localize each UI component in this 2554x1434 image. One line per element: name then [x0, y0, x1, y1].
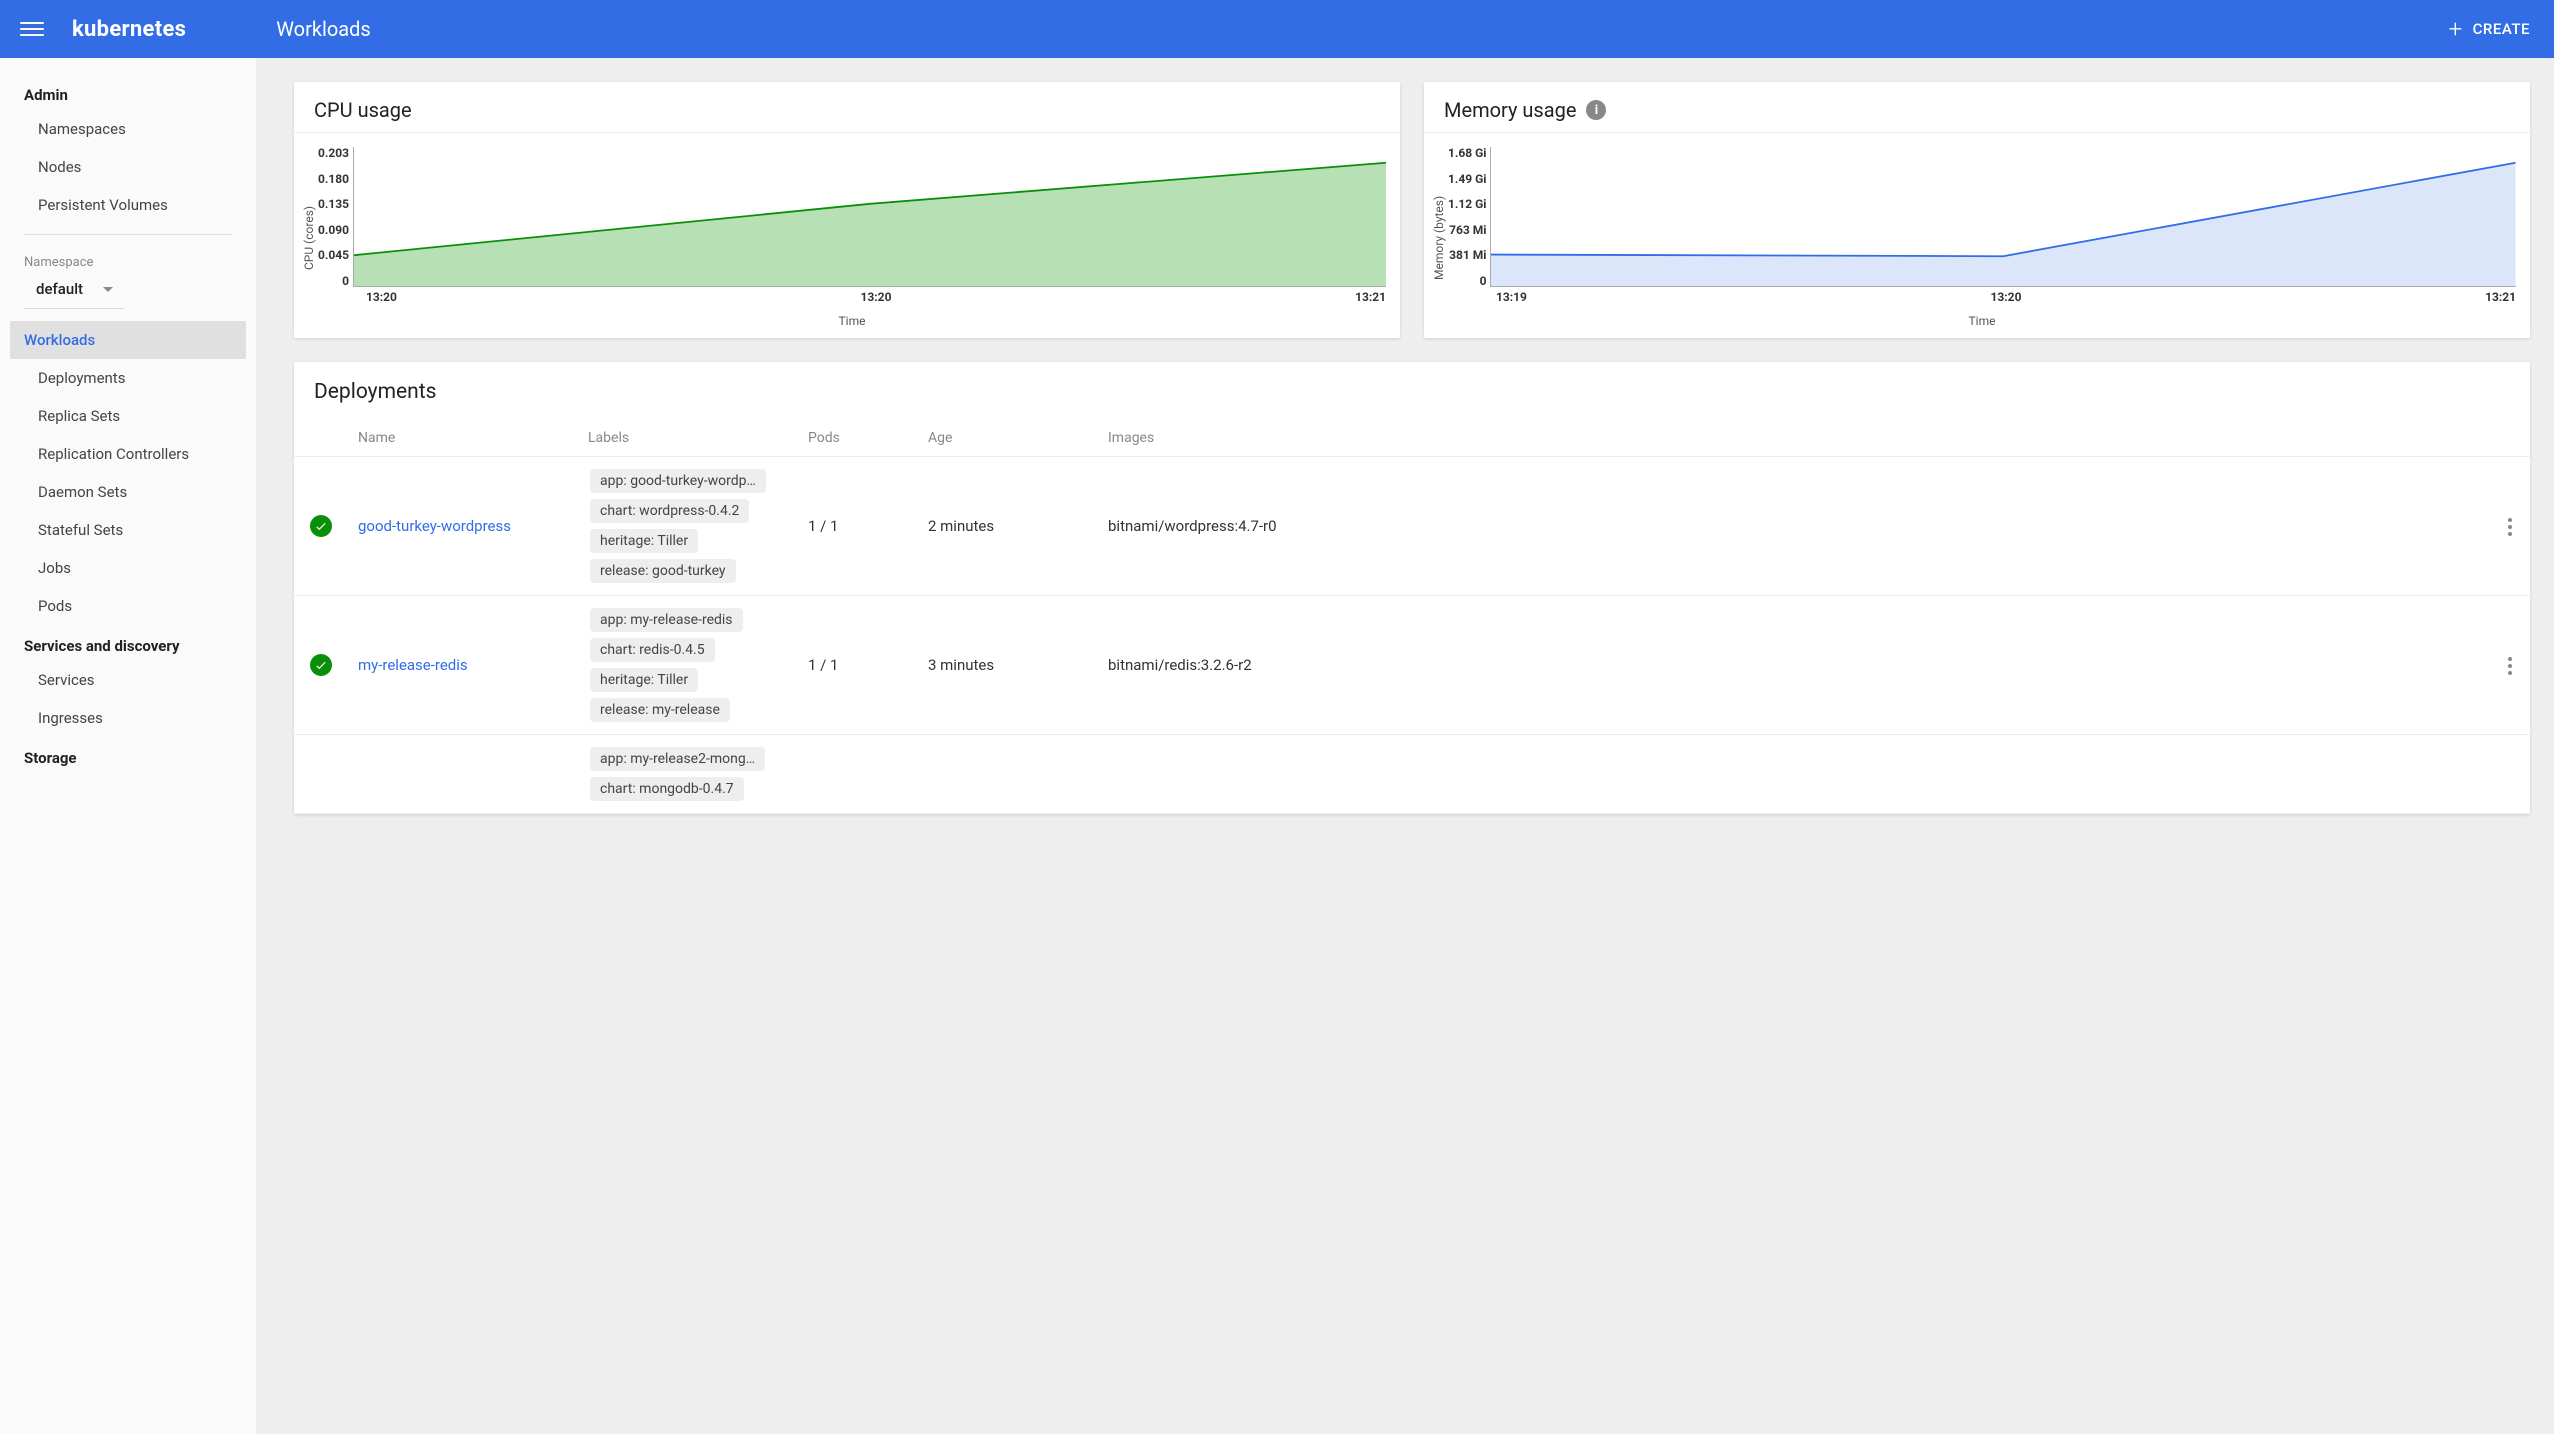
label-chip[interactable]: chart: mongodb-0.4.7 [590, 777, 744, 801]
sidebar-item-nodes[interactable]: Nodes [0, 148, 256, 186]
label-chip[interactable]: app: my-release2-mong… [590, 747, 765, 771]
deployments-table: NameLabelsPodsAgeImages good-turkey-word… [294, 420, 2530, 814]
menu-icon[interactable] [20, 17, 44, 41]
label-chip[interactable]: chart: redis-0.4.5 [590, 638, 715, 662]
label-chip[interactable]: chart: wordpress-0.4.2 [590, 499, 749, 523]
sidebar-section-storage: Storage [0, 737, 256, 773]
table-row: my-release-redis app: my-release-redis ch… [294, 596, 2530, 735]
deployments-title: Deployments [294, 362, 2530, 420]
namespace-label: Namespace [0, 241, 256, 274]
sidebar-item-daemon-sets[interactable]: Daemon Sets [0, 473, 256, 511]
column-age[interactable]: Age [920, 420, 1100, 457]
chart-ylabel: CPU (cores) [300, 147, 318, 328]
sidebar: Admin NamespacesNodesPersistent Volumes … [0, 58, 256, 1434]
page-title: Workloads [276, 17, 2444, 41]
logo: kubernetes [72, 17, 186, 42]
pods-value: 1 / 1 [800, 457, 920, 596]
plus-icon: + [2449, 20, 2463, 38]
divider [24, 234, 232, 235]
sidebar-item-deployments[interactable]: Deployments [0, 359, 256, 397]
sidebar-item-replication-controllers[interactable]: Replication Controllers [0, 435, 256, 473]
age-value: 3 minutes [920, 596, 1100, 735]
deployment-link[interactable]: my-release-redis [358, 656, 468, 674]
column-labels[interactable]: Labels [580, 420, 800, 457]
sidebar-item-services[interactable]: Services [0, 661, 256, 699]
label-chip[interactable]: heritage: Tiller [590, 668, 698, 692]
chart-yaxis: 1.68 Gi1.49 Gi1.12 Gi763 Mi381 Mi0 [1448, 147, 1490, 287]
create-button[interactable]: + CREATE [2445, 14, 2534, 44]
age-value [920, 735, 1100, 814]
sidebar-item-replica-sets[interactable]: Replica Sets [0, 397, 256, 435]
row-menu-icon[interactable] [2500, 649, 2520, 683]
age-value: 2 minutes [920, 457, 1100, 596]
chart-card: Memory usagei Memory (bytes) 1.68 Gi1.49… [1424, 82, 2530, 338]
sidebar-item-pods[interactable]: Pods [0, 587, 256, 625]
chevron-down-icon [103, 287, 113, 292]
chart-xlabel: Time [1448, 304, 2516, 328]
images-value [1100, 735, 2490, 814]
table-row: good-turkey-wordpress app: good-turkey-w… [294, 457, 2530, 596]
label-chip[interactable]: heritage: Tiller [590, 529, 698, 553]
sidebar-item-workloads[interactable]: Workloads [10, 321, 246, 359]
sidebar-section-admin: Admin [0, 74, 256, 110]
images-value: bitnami/redis:3.2.6-r2 [1100, 596, 2490, 735]
chart-title: Memory usagei [1424, 82, 2530, 133]
chart-title: CPU usage [294, 82, 1400, 133]
status-ok-icon [310, 654, 332, 676]
sidebar-item-ingresses[interactable]: Ingresses [0, 699, 256, 737]
chart-xaxis: 13:1913:2013:21 [1448, 287, 2516, 304]
table-row: app: my-release2-mong… chart: mongodb-0.4… [294, 735, 2530, 814]
chart-plot [353, 147, 1386, 287]
chart-ylabel: Memory (bytes) [1430, 147, 1448, 328]
column-pods[interactable]: Pods [800, 420, 920, 457]
label-chip[interactable]: app: good-turkey-wordp… [590, 469, 766, 493]
namespace-select[interactable]: default [24, 274, 124, 309]
label-chip[interactable]: app: my-release-redis [590, 608, 743, 632]
pods-value: 1 / 1 [800, 596, 920, 735]
deployment-link[interactable]: good-turkey-wordpress [358, 517, 511, 535]
label-chip[interactable]: release: good-turkey [590, 559, 736, 583]
create-label: CREATE [2473, 20, 2530, 38]
app-header: kubernetes Workloads + CREATE [0, 0, 2554, 58]
sidebar-section-services: Services and discovery [0, 625, 256, 661]
chart-card: CPU usage CPU (cores) 0.2030.1800.1350.0… [294, 82, 1400, 338]
column-images[interactable]: Images [1100, 420, 2490, 457]
sidebar-item-jobs[interactable]: Jobs [0, 549, 256, 587]
sidebar-item-namespaces[interactable]: Namespaces [0, 110, 256, 148]
chart-plot [1490, 147, 2516, 287]
info-icon[interactable]: i [1586, 100, 1606, 120]
sidebar-item-stateful-sets[interactable]: Stateful Sets [0, 511, 256, 549]
deployments-card: Deployments NameLabelsPodsAgeImages good… [294, 362, 2530, 814]
images-value: bitnami/wordpress:4.7-r0 [1100, 457, 2490, 596]
chart-xaxis: 13:2013:2013:21 [318, 287, 1386, 304]
column-name[interactable]: Name [350, 420, 580, 457]
label-chip[interactable]: release: my-release [590, 698, 730, 722]
row-menu-icon[interactable] [2500, 510, 2520, 544]
pods-value [800, 735, 920, 814]
chart-yaxis: 0.2030.1800.1350.0900.0450 [318, 147, 353, 287]
status-ok-icon [310, 515, 332, 537]
namespace-value: default [36, 280, 83, 298]
main-content: CPU usage CPU (cores) 0.2030.1800.1350.0… [256, 58, 2554, 1434]
chart-xlabel: Time [318, 304, 1386, 328]
sidebar-item-persistent-volumes[interactable]: Persistent Volumes [0, 186, 256, 224]
